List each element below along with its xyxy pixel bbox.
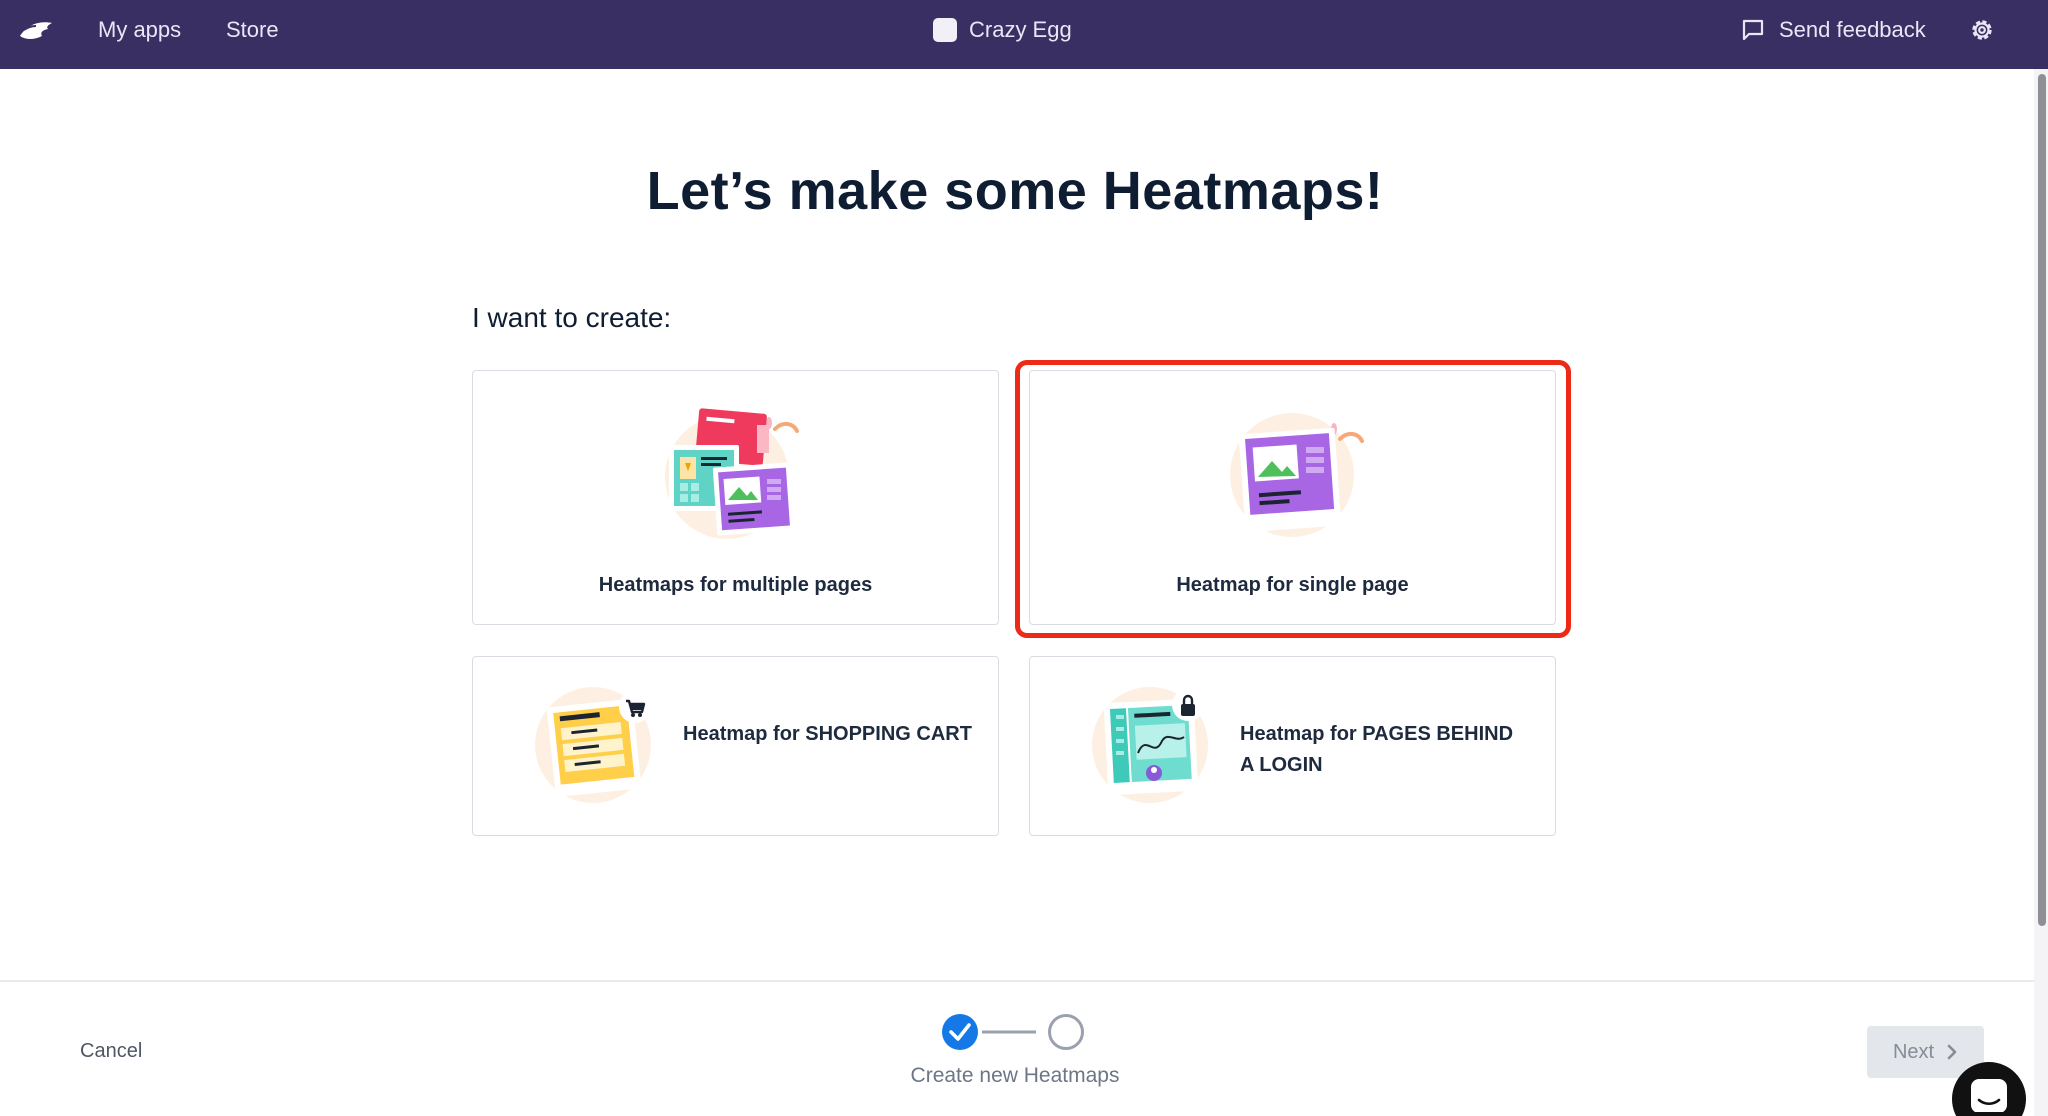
single-page-illustration-icon <box>1230 413 1364 537</box>
nav-my-apps[interactable]: My apps <box>98 17 181 43</box>
send-feedback-button[interactable]: Send feedback <box>1741 17 1926 43</box>
app-name: Crazy Egg <box>969 17 1072 42</box>
multiple-pages-illustration-icon <box>665 408 799 539</box>
step-caption: Create new Heatmaps <box>910 1064 1120 1087</box>
option-login-pages-label: Heatmap for PAGES BEHIND A LOGIN <box>1240 723 1514 776</box>
top-navigation-bar: My apps Store Crazy Egg Send feedback <box>0 0 2048 69</box>
shopping-cart-illustration-icon <box>535 687 651 803</box>
create-subheading: I want to create: <box>472 302 672 333</box>
chevron-right-icon <box>1947 1044 1957 1060</box>
nav-store[interactable]: Store <box>226 17 279 43</box>
login-page-illustration-icon <box>1092 687 1208 803</box>
option-single-page-card[interactable]: Heatmap for single page <box>1029 370 1556 625</box>
gear-icon[interactable] <box>1968 16 1996 44</box>
page-title: Let’s make some Heatmaps! <box>646 161 1384 221</box>
app-icon <box>933 18 957 42</box>
crazy-egg-logo-icon[interactable] <box>18 16 54 44</box>
send-feedback-label: Send feedback <box>1779 17 1926 42</box>
option-multiple-pages-card[interactable]: Heatmaps for multiple pages <box>472 370 999 625</box>
scrollbar-thumb[interactable] <box>2038 74 2046 926</box>
wizard-footer: Cancel Create new Heatmaps Next <box>0 980 2034 1116</box>
message-square-icon <box>1742 19 1764 41</box>
option-shopping-cart-card[interactable]: Heatmap for SHOPPING CART <box>472 656 999 836</box>
progress-stepper <box>942 1014 1084 1050</box>
option-multiple-pages-label: Heatmaps for multiple pages <box>598 574 873 596</box>
current-app: Crazy Egg <box>933 17 1072 43</box>
option-shopping-cart-label: Heatmap for SHOPPING CART <box>683 723 972 745</box>
cancel-button[interactable]: Cancel <box>80 1040 142 1063</box>
step-complete-icon <box>942 1014 978 1050</box>
step-pending-icon <box>1048 1014 1084 1050</box>
option-single-page-label: Heatmap for single page <box>1176 574 1409 596</box>
chat-icon <box>1971 1079 2007 1112</box>
next-button-label: Next <box>1892 1040 1935 1063</box>
option-login-pages-card[interactable]: Heatmap for PAGES BEHIND A LOGIN <box>1029 656 1556 836</box>
